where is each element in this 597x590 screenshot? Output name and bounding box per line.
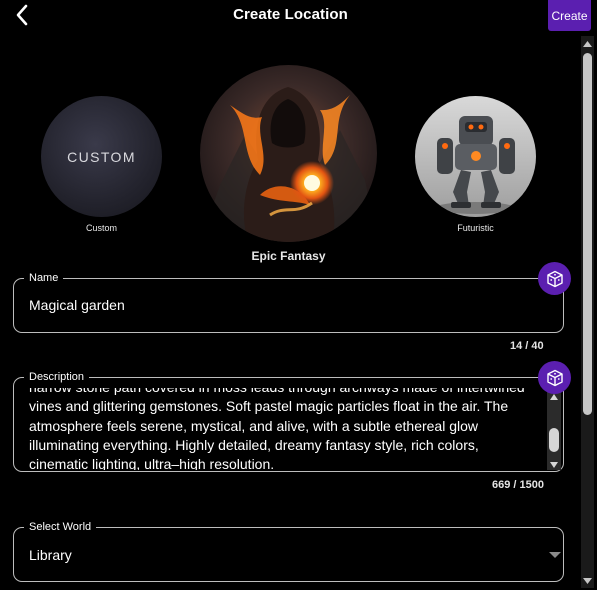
top-bar: Create Location Create (0, 0, 591, 32)
scroll-thumb[interactable] (583, 53, 592, 415)
select-world-label: Select World (24, 520, 97, 534)
style-option-custom[interactable]: CUSTOM (41, 96, 162, 217)
page-title: Create Location (233, 6, 348, 23)
description-field[interactable]: Description narrow stone path covered in… (13, 370, 564, 472)
page-scrollbar[interactable] (581, 36, 594, 588)
epic-fantasy-label: Epic Fantasy (251, 249, 326, 263)
name-input[interactable]: Magical garden (29, 297, 125, 313)
description-scrollbar[interactable] (547, 392, 561, 470)
description-field-label: Description (24, 370, 90, 384)
dice-icon (546, 369, 563, 386)
scroll-down-arrow[interactable] (581, 575, 594, 587)
create-button[interactable]: Create (548, 0, 591, 31)
description-viewport: narrow stone path covered in moss leads … (15, 388, 533, 470)
description-textarea[interactable]: narrow stone path covered in moss leads … (29, 388, 533, 470)
description-char-counter: 669 / 1500 (492, 479, 544, 491)
randomize-name-button[interactable] (538, 262, 571, 295)
custom-option-text: CUSTOM (67, 148, 136, 165)
randomize-description-button[interactable] (538, 361, 571, 394)
dropdown-arrow-icon[interactable] (549, 552, 561, 558)
name-field-label: Name (24, 271, 64, 285)
name-field[interactable]: Name Magical garden (13, 271, 564, 333)
name-char-counter: 14 / 40 (510, 340, 544, 352)
scroll-up-arrow[interactable] (581, 38, 594, 50)
description-scroll-thumb[interactable] (549, 428, 559, 452)
epic-fantasy-image (200, 65, 377, 242)
select-world-dropdown[interactable]: Select World Library (13, 520, 564, 582)
futuristic-robot-image (415, 96, 536, 217)
dice-icon (546, 270, 563, 287)
style-option-futuristic[interactable] (415, 96, 536, 217)
custom-option-label: Custom (85, 223, 117, 233)
style-option-epic-fantasy[interactable] (200, 65, 377, 242)
select-world-value: Library (29, 547, 72, 563)
futuristic-option-label: Futuristic (457, 223, 494, 233)
